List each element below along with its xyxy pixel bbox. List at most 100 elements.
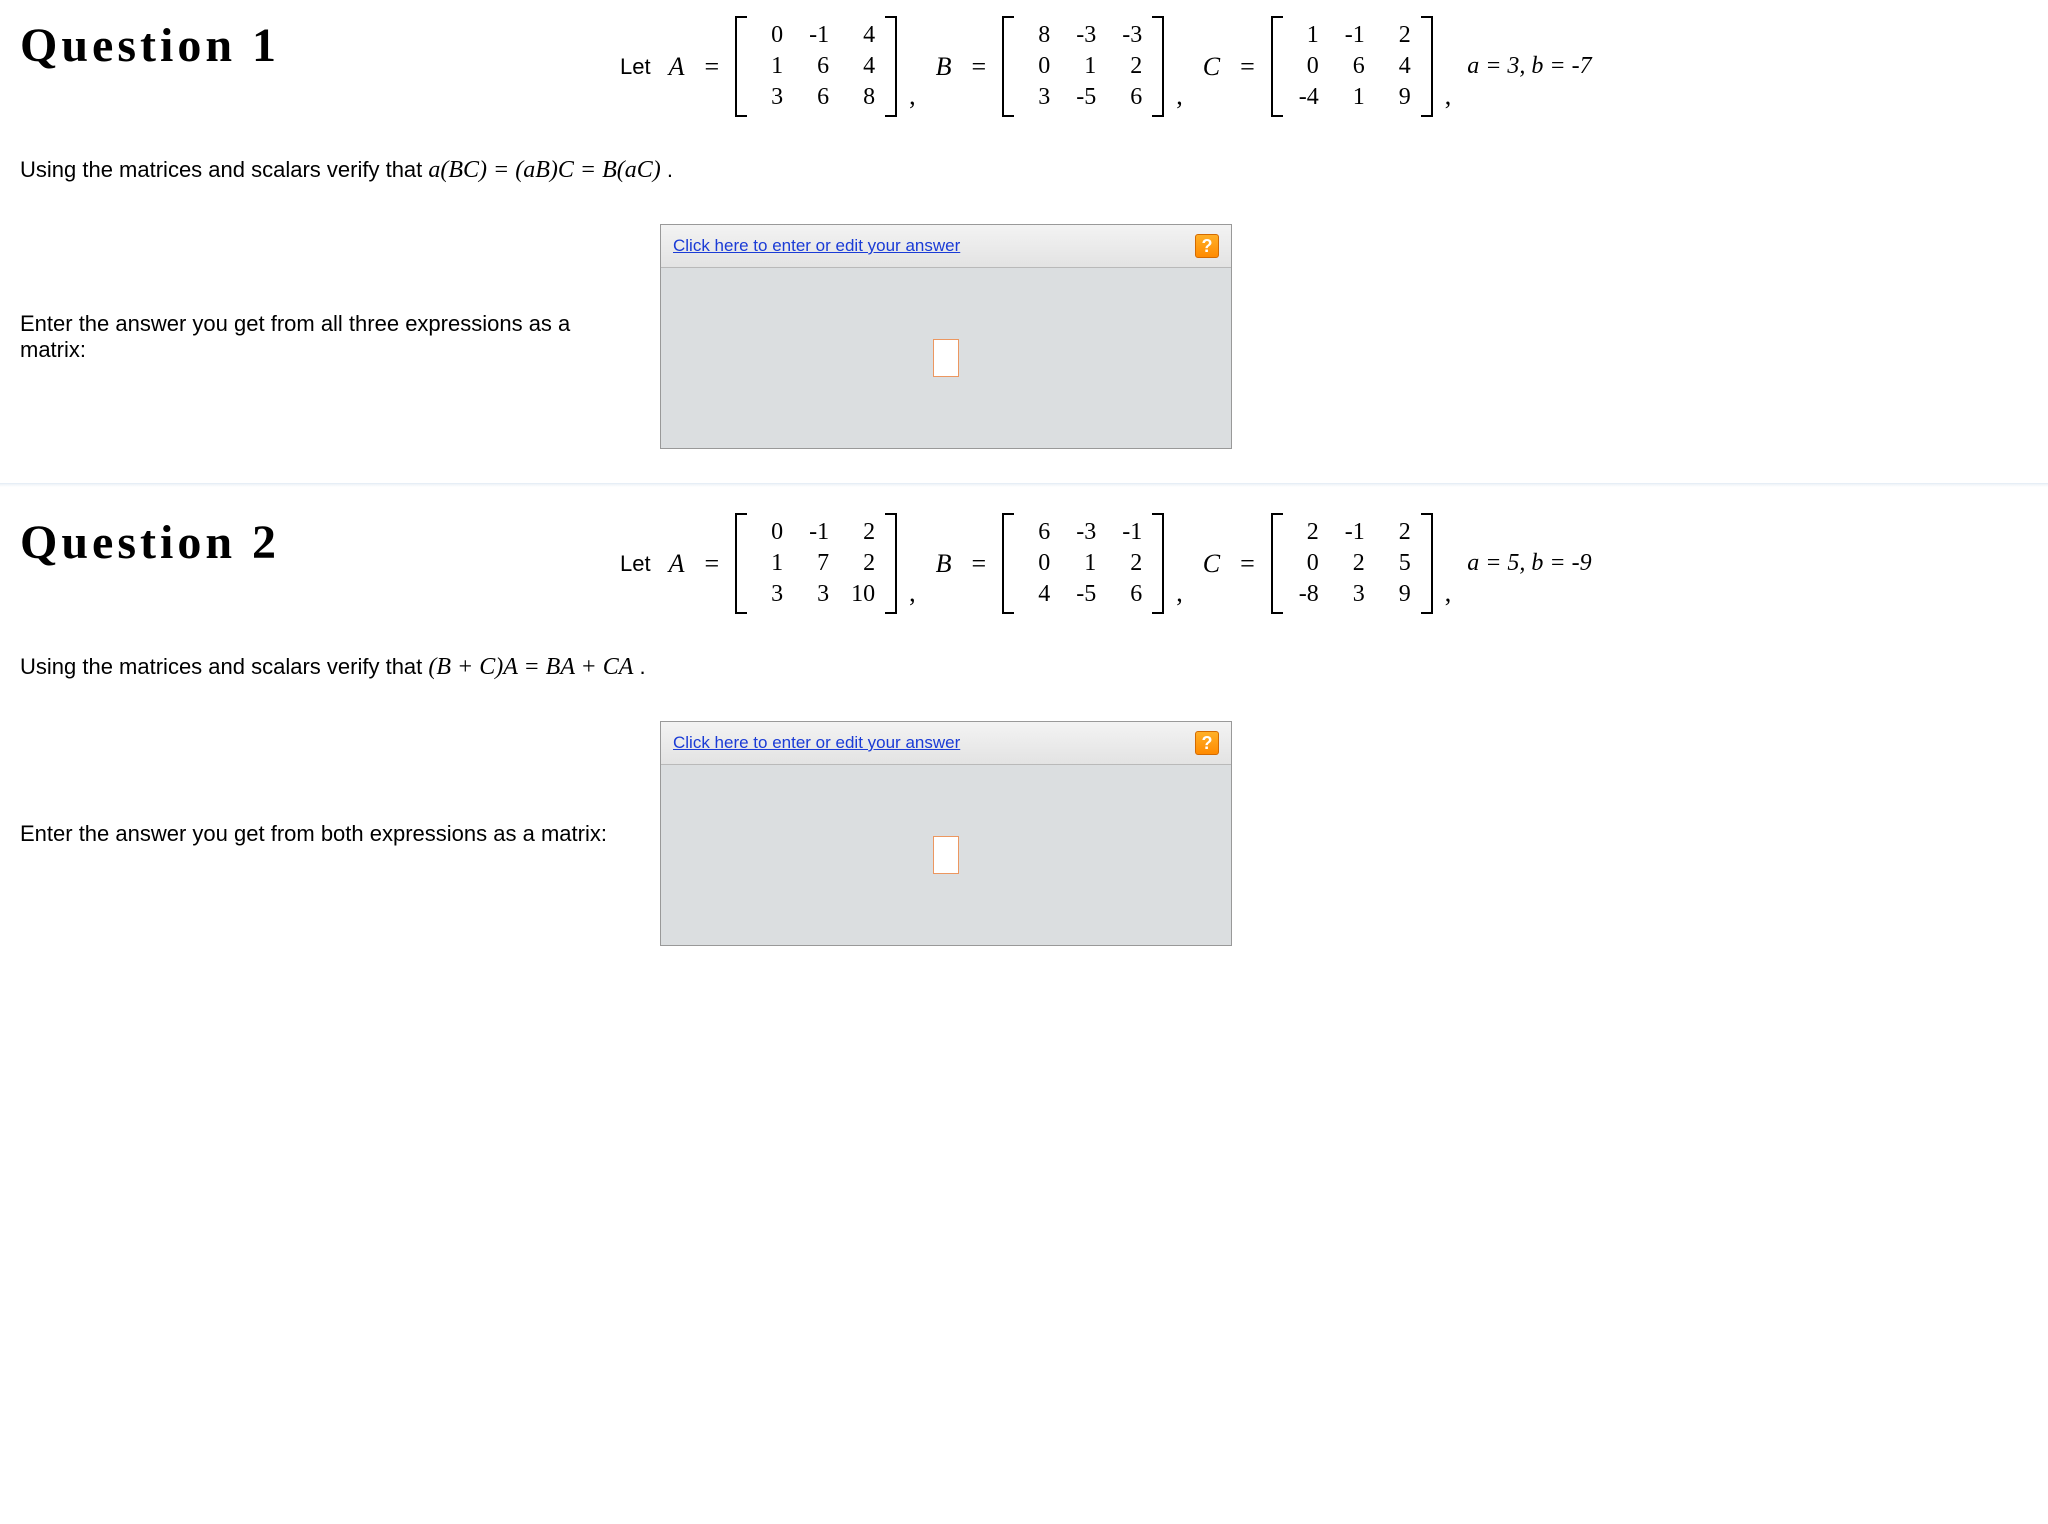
matrix-cell: 6: [1014, 517, 1060, 548]
matrix-cell: 3: [793, 579, 839, 610]
verify-instruction: Using the matrices and scalars verify th…: [20, 654, 2028, 681]
matrix-cell: 4: [839, 20, 885, 51]
matrix-cell: -3: [1060, 517, 1106, 548]
matrix-cell: -3: [1106, 20, 1152, 51]
matrix-cell: 6: [1106, 579, 1152, 610]
edit-answer-link[interactable]: Click here to enter or edit your answer: [673, 236, 960, 256]
matrix-cell: 2: [1329, 548, 1375, 579]
question-title: Question 1: [20, 18, 620, 73]
answer-panel-body: [661, 765, 1231, 945]
matrix-name-C: C: [1203, 549, 1220, 579]
matrix-cell: 0: [747, 20, 793, 51]
matrix-cell: 6: [793, 51, 839, 82]
matrix-name-A: A: [669, 52, 685, 82]
matrix-cell: 3: [747, 82, 793, 113]
matrix-cell: 1: [1283, 20, 1329, 51]
matrix-cell: 10: [839, 579, 885, 610]
help-icon[interactable]: ?: [1195, 234, 1219, 258]
equals-sign: =: [972, 549, 987, 579]
matrix-cell: 2: [839, 548, 885, 579]
matrix-cell: 3: [1329, 579, 1375, 610]
matrix-cell: 2: [1375, 20, 1421, 51]
matrix-cell: 3: [747, 579, 793, 610]
separator-comma: ,: [1176, 578, 1183, 614]
matrix-cell: 0: [1014, 51, 1060, 82]
answer-panel-header: Click here to enter or edit your answer …: [661, 225, 1231, 268]
matrix-C: 1-12 064 -419: [1271, 16, 1433, 117]
matrix-cell: -5: [1060, 579, 1106, 610]
matrix-cell: 1: [747, 51, 793, 82]
answer-prompt: Enter the answer you get from both expre…: [20, 821, 620, 847]
question-header-row: Question 2 Let A = 0-12 172 3310 , B = 6…: [20, 507, 2028, 614]
matrix-name-A: A: [669, 549, 685, 579]
matrix-cell: 2: [1106, 51, 1152, 82]
answer-panel-body: [661, 268, 1231, 448]
matrix-cell: 2: [1375, 517, 1421, 548]
separator-comma: ,: [1445, 81, 1452, 117]
scalar-values: a = 3, b = -7: [1467, 53, 1591, 80]
let-label: Let: [620, 54, 651, 80]
matrix-C: 2-12 025 -839: [1271, 513, 1433, 614]
matrix-cell: -3: [1060, 20, 1106, 51]
answer-row: Enter the answer you get from all three …: [20, 224, 2028, 449]
verify-instruction: Using the matrices and scalars verify th…: [20, 157, 2028, 184]
separator-comma: ,: [909, 81, 916, 117]
matrix-cell: 0: [1014, 548, 1060, 579]
matrix-cell: 7: [793, 548, 839, 579]
matrix-cell: 1: [747, 548, 793, 579]
matrix-cell: 1: [1060, 548, 1106, 579]
matrix-cell: -1: [793, 20, 839, 51]
matrix-cell: 4: [839, 51, 885, 82]
matrix-cell: 2: [1283, 517, 1329, 548]
equals-sign: =: [704, 52, 719, 82]
edit-answer-link[interactable]: Click here to enter or edit your answer: [673, 733, 960, 753]
instruction-prefix: Using the matrices and scalars verify th…: [20, 654, 428, 679]
matrix-cell: 1: [1060, 51, 1106, 82]
matrix-B: 6-3-1 012 4-56: [1002, 513, 1164, 614]
instruction-math: a(BC) = (aB)C = B(aC): [428, 157, 660, 183]
matrix-cell: 3: [1014, 82, 1060, 113]
instruction-prefix: Using the matrices and scalars verify th…: [20, 157, 428, 182]
matrix-cell: -1: [1329, 20, 1375, 51]
matrix-name-B: B: [936, 52, 952, 82]
let-label: Let: [620, 551, 651, 577]
matrix-cell: 0: [1283, 51, 1329, 82]
matrix-cell: 8: [1014, 20, 1060, 51]
matrix-cell: 6: [1329, 51, 1375, 82]
matrix-cell: -8: [1283, 579, 1329, 610]
matrix-cell: 2: [1106, 548, 1152, 579]
matrix-cell: 2: [839, 517, 885, 548]
answer-prompt: Enter the answer you get from all three …: [20, 311, 620, 363]
matrix-cell: -1: [1106, 517, 1152, 548]
matrix-cell: 9: [1375, 579, 1421, 610]
matrix-cell: 0: [1283, 548, 1329, 579]
answer-input-box[interactable]: [933, 836, 959, 874]
matrix-A: 0-12 172 3310: [735, 513, 897, 614]
answer-panel: Click here to enter or edit your answer …: [660, 224, 1232, 449]
matrix-cell: 4: [1375, 51, 1421, 82]
question-title: Question 2: [20, 515, 620, 570]
answer-input-box[interactable]: [933, 339, 959, 377]
instruction-suffix: .: [667, 157, 673, 182]
matrix-cell: -1: [793, 517, 839, 548]
answer-panel-header: Click here to enter or edit your answer …: [661, 722, 1231, 765]
separator-comma: ,: [1176, 81, 1183, 117]
equals-sign: =: [1240, 52, 1255, 82]
separator-comma: ,: [909, 578, 916, 614]
matrix-cell: 0: [747, 517, 793, 548]
help-icon[interactable]: ?: [1195, 731, 1219, 755]
matrix-cell: -4: [1283, 82, 1329, 113]
matrix-cell: 9: [1375, 82, 1421, 113]
answer-row: Enter the answer you get from both expre…: [20, 721, 2028, 946]
question-divider: [0, 483, 2048, 487]
scalar-values: a = 5, b = -9: [1467, 550, 1591, 577]
matrix-name-B: B: [936, 549, 952, 579]
matrix-cell: -5: [1060, 82, 1106, 113]
instruction-math: (B + C)A = BA + CA: [428, 654, 633, 680]
matrix-cell: 1: [1329, 82, 1375, 113]
equals-sign: =: [972, 52, 987, 82]
matrix-A: 0-14 164 368: [735, 16, 897, 117]
matrix-cell: -1: [1329, 517, 1375, 548]
question-header-row: Question 1 Let A = 0-14 164 368 , B = 8-…: [20, 10, 2028, 117]
matrix-cell: 6: [793, 82, 839, 113]
